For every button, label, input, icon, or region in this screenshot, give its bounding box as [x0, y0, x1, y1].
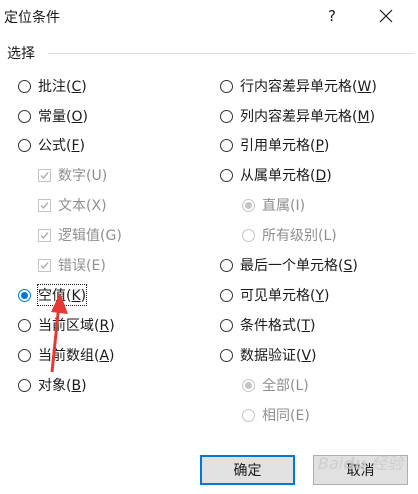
option-label: 可见单元格(Y): [240, 288, 330, 304]
left-option-0[interactable]: 批注(C): [18, 75, 87, 97]
option-label: 数据验证(V): [240, 348, 317, 364]
option-label: 引用单元格(P): [240, 138, 330, 154]
left-option-5: 逻辑值(G): [38, 224, 122, 246]
checkbox: [38, 168, 51, 182]
option-label: 文本(X): [58, 198, 107, 214]
radio-button[interactable]: [18, 348, 31, 362]
option-label: 常量(O): [38, 109, 88, 125]
left-option-6: 错误(E): [38, 254, 106, 276]
left-option-10[interactable]: 对象(B): [18, 374, 87, 396]
right-option-5: 所有级别(L): [242, 224, 337, 246]
group-label-select: 选择: [7, 43, 39, 63]
dialog-title: 定位条件: [4, 10, 60, 26]
option-label: 相同(E): [262, 408, 310, 424]
radio-button[interactable]: [18, 378, 31, 392]
right-option-3[interactable]: 从属单元格(D): [220, 164, 332, 186]
radio-button[interactable]: [220, 138, 233, 152]
group-divider: [48, 53, 414, 54]
red-arrow-icon: [50, 293, 68, 373]
option-label: 批注(C): [38, 79, 87, 95]
right-option-2[interactable]: 引用单元格(P): [220, 134, 329, 156]
right-option-11: 相同(E): [242, 404, 310, 426]
right-option-6[interactable]: 最后一个单元格(S): [220, 254, 358, 276]
option-label: 直属(I): [262, 198, 306, 214]
checkbox: [38, 228, 51, 242]
radio-button[interactable]: [18, 288, 31, 302]
checkbox: [38, 198, 51, 212]
option-label: 行内容差异单元格(W): [240, 79, 377, 95]
radio-button[interactable]: [220, 258, 233, 272]
ok-button[interactable]: 确定: [200, 455, 295, 485]
right-option-9[interactable]: 数据验证(V): [220, 344, 317, 366]
radio-button[interactable]: [18, 109, 31, 123]
option-label: 最后一个单元格(S): [240, 258, 358, 274]
radio-button[interactable]: [220, 348, 233, 362]
right-option-4: 直属(I): [242, 194, 305, 216]
option-label: 错误(E): [58, 258, 106, 274]
right-option-0[interactable]: 行内容差异单元格(W): [220, 75, 377, 97]
close-icon: [379, 9, 393, 23]
radio-button[interactable]: [18, 138, 31, 152]
title-bar: 定位条件 ?: [0, 0, 418, 32]
right-option-10: 全部(L): [242, 374, 309, 396]
option-label: 逻辑值(G): [58, 228, 122, 244]
right-option-7[interactable]: 可见单元格(Y): [220, 284, 330, 306]
option-label: 公式(F): [38, 138, 85, 154]
option-label: 对象(B): [38, 378, 87, 394]
radio-button[interactable]: [220, 109, 233, 123]
radio-button[interactable]: [220, 318, 233, 332]
checkbox: [38, 258, 51, 272]
radio-button: [242, 378, 255, 392]
option-label: 从属单元格(D): [240, 168, 332, 184]
watermark-logo: Baidu 经验: [318, 454, 404, 473]
right-option-8[interactable]: 条件格式(T): [220, 314, 316, 336]
left-option-1[interactable]: 常量(O): [18, 105, 88, 127]
close-button[interactable]: [376, 6, 396, 26]
right-option-1[interactable]: 列内容差异单元格(M): [220, 105, 375, 127]
left-option-2[interactable]: 公式(F): [18, 134, 85, 156]
radio-button[interactable]: [220, 168, 233, 182]
left-option-3: 数字(U): [38, 164, 107, 186]
radio-button: [242, 198, 255, 212]
radio-button: [242, 228, 255, 242]
option-label: 全部(L): [262, 378, 309, 394]
radio-button[interactable]: [18, 79, 31, 93]
radio-button[interactable]: [220, 288, 233, 302]
option-label: 条件格式(T): [240, 318, 316, 334]
option-label: 所有级别(L): [262, 228, 337, 244]
radio-button[interactable]: [220, 79, 233, 93]
radio-button[interactable]: [18, 318, 31, 332]
option-label: 数字(U): [58, 168, 108, 184]
radio-button: [242, 408, 255, 422]
left-option-4: 文本(X): [38, 194, 107, 216]
option-label: 列内容差异单元格(M): [240, 109, 376, 125]
help-button[interactable]: ?: [322, 4, 342, 28]
